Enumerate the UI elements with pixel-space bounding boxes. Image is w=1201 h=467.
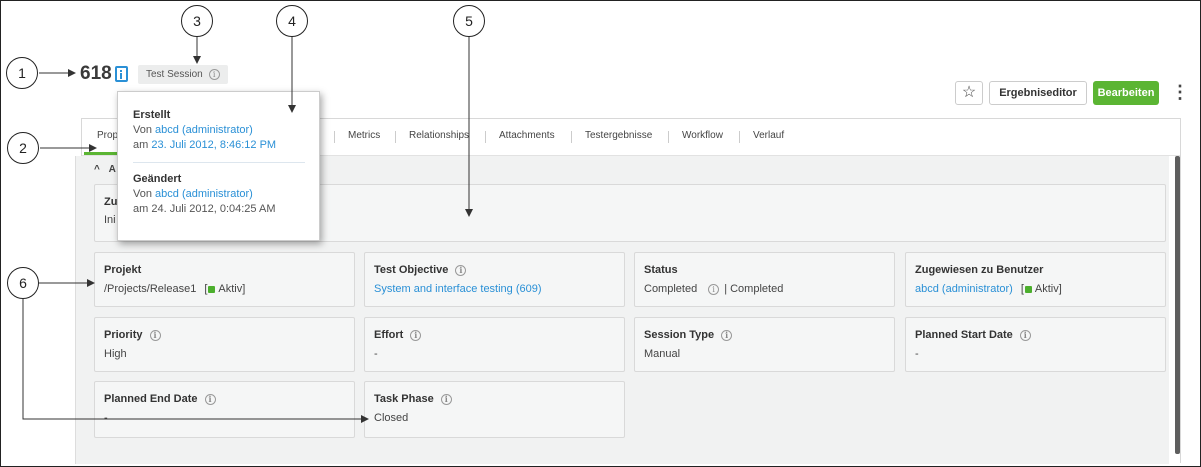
tab-separator bbox=[395, 131, 396, 143]
field-card-planned-start: Planned Start Date i - bbox=[905, 317, 1166, 372]
field-card-effort: Effort i - bbox=[364, 317, 625, 372]
created-by-link[interactable]: abcd (administrator) bbox=[155, 124, 253, 136]
field-card-test-objective: Test Objective i System and interface tes… bbox=[364, 252, 625, 307]
changed-by-line: Von abcd (administrator) bbox=[133, 188, 253, 200]
info-icon[interactable]: i bbox=[440, 393, 452, 405]
callout-5: 5 bbox=[453, 5, 485, 37]
popover-divider bbox=[133, 162, 305, 163]
status-dot bbox=[208, 285, 216, 293]
created-title: Erstellt bbox=[133, 109, 171, 121]
tab-separator bbox=[668, 131, 669, 143]
field-label: Priority i bbox=[104, 329, 161, 341]
field-label: Test Objective i bbox=[374, 264, 467, 276]
tab-attachments[interactable]: Attachments bbox=[499, 130, 555, 141]
info-icon[interactable]: i bbox=[410, 329, 422, 341]
callout-3: 3 bbox=[181, 5, 213, 37]
field-label: Session Type i bbox=[644, 329, 733, 341]
info-icon[interactable]: i bbox=[455, 264, 467, 276]
tab-history[interactable]: Verlauf bbox=[753, 130, 784, 141]
edit-button[interactable]: Bearbeiten bbox=[1093, 81, 1159, 105]
changed-title: Geändert bbox=[133, 173, 182, 185]
field-card-project: Projekt /Projects/Release1 [Aktiv] bbox=[94, 252, 355, 307]
tab-separator bbox=[485, 131, 486, 143]
created-by-line: Von abcd (administrator) bbox=[133, 124, 253, 136]
record-id: 618 bbox=[80, 63, 112, 84]
kebab-menu-icon[interactable]: ⋮ bbox=[1171, 81, 1189, 105]
chevron-up-icon: ^ bbox=[94, 164, 100, 175]
field-value: - bbox=[374, 348, 378, 360]
info-icon[interactable]: i bbox=[721, 329, 733, 341]
screenshot-frame: 618 Test Session i ☆ Ergebniseditor Bear… bbox=[0, 0, 1201, 467]
info-icon[interactable]: i bbox=[204, 393, 216, 405]
type-badge: Test Session i bbox=[138, 65, 228, 84]
audit-popover: Erstellt Von abcd (administrator) am 23.… bbox=[117, 91, 320, 241]
tab-metrics[interactable]: Metrics bbox=[348, 130, 380, 141]
field-value: - bbox=[915, 348, 919, 360]
callout-4: 4 bbox=[276, 5, 308, 37]
tab-workflow[interactable]: Workflow bbox=[682, 130, 723, 141]
callout-1: 1 bbox=[6, 57, 38, 89]
field-value: - bbox=[104, 412, 108, 424]
tab-separator bbox=[739, 131, 740, 143]
tab-test-results[interactable]: Testergebnisse bbox=[585, 130, 652, 141]
field-value: Manual bbox=[644, 348, 681, 360]
field-value: High bbox=[104, 348, 127, 360]
field-value: Ini bbox=[104, 214, 116, 226]
field-label: Effort i bbox=[374, 329, 422, 341]
field-label: Zugewiesen zu Benutzer bbox=[915, 264, 1044, 276]
field-value: abcd (administrator) [Aktiv] bbox=[915, 283, 1062, 295]
field-value: Closed bbox=[374, 412, 409, 424]
field-card-session-type: Session Type i Manual bbox=[634, 317, 895, 372]
field-value: System and interface testing (609) bbox=[374, 283, 542, 295]
test-objective-link[interactable]: System and interface testing (609) bbox=[374, 283, 542, 295]
info-icon[interactable]: i bbox=[149, 329, 161, 341]
tab-separator bbox=[334, 131, 335, 143]
created-on-link[interactable]: 23. Juli 2012, 8:46:12 PM bbox=[151, 139, 276, 151]
favorite-button[interactable]: ☆ bbox=[955, 81, 983, 105]
scrollbar[interactable] bbox=[1175, 156, 1180, 454]
document-icon[interactable] bbox=[115, 66, 128, 82]
star-icon: ☆ bbox=[961, 84, 977, 101]
callout-6: 6 bbox=[7, 267, 39, 299]
callout-2: 2 bbox=[7, 132, 39, 164]
field-label: Planned End Date i bbox=[104, 393, 216, 405]
tab-relationships[interactable]: Relationships bbox=[409, 130, 469, 141]
assigned-user-link[interactable]: abcd (administrator) bbox=[915, 283, 1013, 295]
field-value: /Projects/Release1 [Aktiv] bbox=[104, 283, 246, 295]
tab-properties[interactable]: Prop bbox=[97, 130, 118, 141]
field-card-assigned-user: Zugewiesen zu Benutzer abcd (administrat… bbox=[905, 252, 1166, 307]
field-card-task-phase: Task Phase i Closed bbox=[364, 381, 625, 438]
field-label: Status bbox=[644, 264, 678, 276]
changed-on-value: 24. Juli 2012, 0:04:25 AM bbox=[151, 203, 276, 215]
status-dot bbox=[1024, 285, 1032, 293]
field-label: Zu bbox=[104, 196, 118, 208]
info-icon[interactable]: i bbox=[208, 69, 220, 80]
created-on-line: am 23. Juli 2012, 8:46:12 PM bbox=[133, 139, 277, 151]
changed-by-link[interactable]: abcd (administrator) bbox=[155, 188, 253, 200]
tab-separator bbox=[571, 131, 572, 143]
field-value: Completed i | Completed bbox=[644, 283, 784, 295]
field-label: Projekt bbox=[104, 264, 142, 276]
field-card-priority: Priority i High bbox=[94, 317, 355, 372]
results-editor-button[interactable]: Ergebniseditor bbox=[989, 81, 1087, 105]
info-icon[interactable]: i bbox=[708, 283, 720, 295]
section-header[interactable]: ^ A bbox=[94, 164, 116, 175]
type-badge-label: Test Session bbox=[146, 69, 203, 80]
field-card-status: Status Completed i | Completed bbox=[634, 252, 895, 307]
changed-on-line: am 24. Juli 2012, 0:04:25 AM bbox=[133, 203, 276, 215]
field-label: Task Phase i bbox=[374, 393, 452, 405]
info-icon[interactable]: i bbox=[1019, 329, 1031, 341]
field-card-planned-end: Planned End Date i - bbox=[94, 381, 355, 438]
section-title: A bbox=[108, 164, 116, 175]
field-label: Planned Start Date i bbox=[915, 329, 1031, 341]
